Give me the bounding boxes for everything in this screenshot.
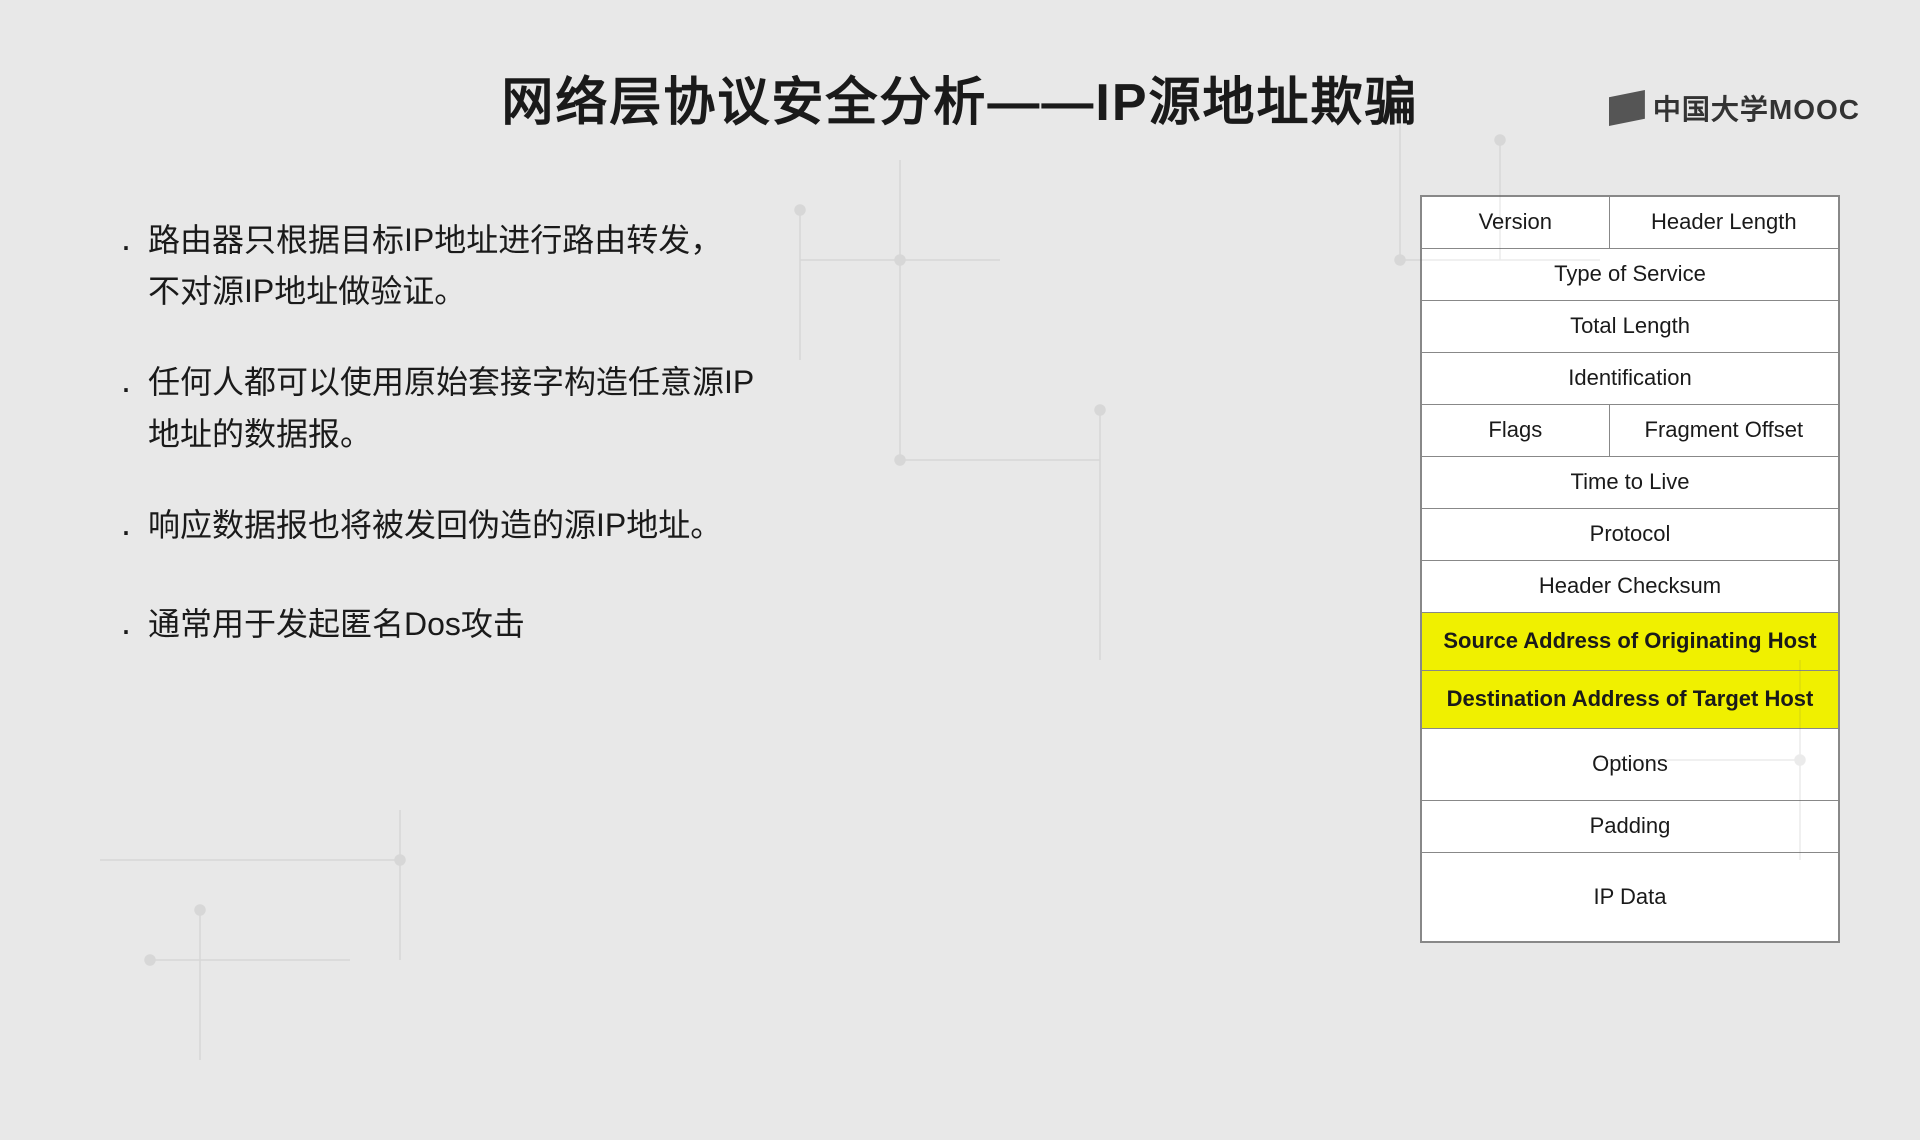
right-panel: Version Header Length Type of Service To… [1420, 195, 1840, 943]
bullet-dot-2: · [120, 359, 132, 417]
cell-ip-data: IP Data [1421, 852, 1839, 942]
table-row-dest-address: Destination Address of Target Host [1421, 670, 1839, 728]
bullet-text-3: 响应数据报也将被发回伪造的源IP地址。 [148, 500, 1340, 551]
table-row-checksum: Header Checksum [1421, 560, 1839, 612]
cell-options: Options [1421, 728, 1839, 800]
table-row-flags: Flags Fragment Offset [1421, 404, 1839, 456]
table-row-options: Options [1421, 728, 1839, 800]
cell-tos: Type of Service [1421, 248, 1839, 300]
cell-header-length: Header Length [1609, 196, 1839, 248]
table-row-protocol: Protocol [1421, 508, 1839, 560]
bullet-text-2: 任何人都可以使用原始套接字构造任意源IP地址的数据报。 [148, 357, 1340, 459]
cell-checksum: Header Checksum [1421, 560, 1839, 612]
bullet-item-2: · 任何人都可以使用原始套接字构造任意源IP地址的数据报。 [120, 357, 1340, 459]
cell-dest-address: Destination Address of Target Host [1421, 670, 1839, 728]
bullet-dot-4: · [120, 601, 132, 659]
cell-flags: Flags [1421, 404, 1609, 456]
logo-area: 中国大学MOOC [1609, 88, 1860, 128]
ip-header-table: Version Header Length Type of Service To… [1420, 195, 1840, 943]
bullet-item-3: · 响应数据报也将被发回伪造的源IP地址。 [120, 500, 1340, 560]
table-row-total-length: Total Length [1421, 300, 1839, 352]
bullet-text-1: 路由器只根据目标IP地址进行路由转发，不对源IP地址做验证。 [148, 215, 1340, 317]
cell-ttl: Time to Live [1421, 456, 1839, 508]
logo-text: 中国大学MOOC [1653, 88, 1860, 128]
table-row-version: Version Header Length [1421, 196, 1839, 248]
bullet-text-4: 通常用于发起匿名Dos攻击 [148, 599, 1340, 650]
logo-icon [1609, 90, 1645, 126]
table-row-padding: Padding [1421, 800, 1839, 852]
cell-version: Version [1421, 196, 1609, 248]
cell-source-address: Source Address of Originating Host [1421, 612, 1839, 670]
cell-identification: Identification [1421, 352, 1839, 404]
table-row-ip-data: IP Data [1421, 852, 1839, 942]
cell-padding: Padding [1421, 800, 1839, 852]
table-row-ttl: Time to Live [1421, 456, 1839, 508]
table-row-identification: Identification [1421, 352, 1839, 404]
table-row-source-address: Source Address of Originating Host [1421, 612, 1839, 670]
content-area: · 路由器只根据目标IP地址进行路由转发，不对源IP地址做验证。 · 任何人都可… [0, 195, 1920, 943]
bullet-item-1: · 路由器只根据目标IP地址进行路由转发，不对源IP地址做验证。 [120, 215, 1340, 317]
bullet-item-4: · 通常用于发起匿名Dos攻击 [120, 599, 1340, 659]
left-panel: · 路由器只根据目标IP地址进行路由转发，不对源IP地址做验证。 · 任何人都可… [120, 195, 1340, 699]
cell-fragment-offset: Fragment Offset [1609, 404, 1839, 456]
bullet-dot-3: · [120, 502, 132, 560]
cell-protocol: Protocol [1421, 508, 1839, 560]
cell-total-length: Total Length [1421, 300, 1839, 352]
bullet-dot-1: · [120, 217, 132, 275]
table-row-tos: Type of Service [1421, 248, 1839, 300]
